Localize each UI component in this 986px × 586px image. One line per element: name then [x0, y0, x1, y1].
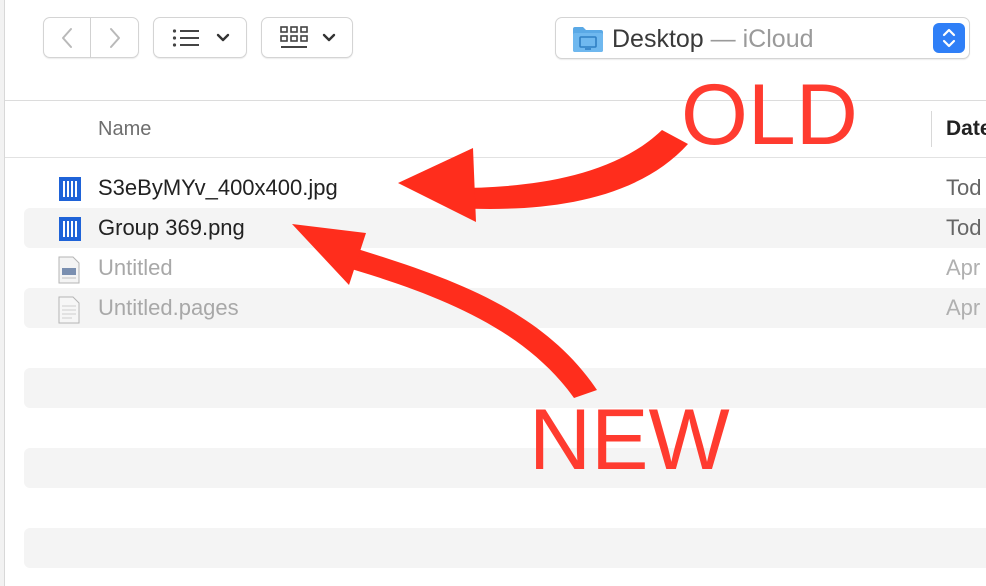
new-annotation-label: NEW	[529, 392, 730, 488]
file-name: S3eByMYv_400x400.jpg	[98, 175, 338, 200]
grid-group-icon	[280, 25, 308, 48]
up-down-chevrons-icon	[942, 28, 956, 48]
column-date-header[interactable]: Date	[946, 117, 986, 141]
location-separator: —	[703, 25, 743, 53]
back-button[interactable]	[43, 17, 91, 58]
desktop-folder-icon	[573, 27, 603, 52]
file-row[interactable]: Untitled Apr	[24, 248, 986, 288]
image-file-icon	[59, 177, 81, 201]
file-date: Apr	[946, 255, 981, 280]
empty-row	[24, 448, 986, 488]
chevron-down-icon	[216, 33, 230, 41]
chevron-right-icon	[109, 27, 120, 48]
chevron-down-icon	[322, 33, 336, 41]
file-row[interactable]: Group 369.png Tod	[24, 208, 986, 248]
popup-stepper[interactable]	[933, 23, 965, 53]
file-name: Group 369.png	[98, 215, 245, 240]
file-date: Tod	[946, 215, 982, 240]
location-name: Desktop	[612, 25, 704, 53]
file-name: Untitled	[98, 255, 173, 280]
location-label: Desktop — iCloud	[612, 25, 814, 54]
empty-row	[24, 528, 986, 568]
group-options-button[interactable]	[261, 17, 353, 58]
forward-button[interactable]	[91, 17, 139, 58]
column-divider[interactable]	[931, 111, 932, 147]
old-annotation-label: OLD	[681, 67, 858, 163]
location-popup-button[interactable]: Desktop — iCloud	[555, 17, 970, 59]
file-name: Untitled.pages	[98, 295, 239, 320]
column-name-header[interactable]: Name	[98, 118, 151, 141]
file-row[interactable]: Untitled.pages Apr	[24, 288, 986, 328]
list-view-icon	[172, 28, 199, 47]
file-row[interactable]: S3eByMYv_400x400.jpg Tod	[24, 168, 986, 208]
chevron-left-icon	[62, 27, 72, 48]
pages-document-icon	[58, 296, 80, 324]
document-preview-icon	[58, 256, 80, 284]
view-options-button[interactable]	[153, 17, 247, 58]
location-cloud: iCloud	[742, 25, 814, 53]
image-file-icon	[59, 217, 81, 241]
empty-row	[24, 368, 986, 408]
file-date: Tod	[946, 175, 982, 200]
file-date: Apr	[946, 295, 981, 320]
